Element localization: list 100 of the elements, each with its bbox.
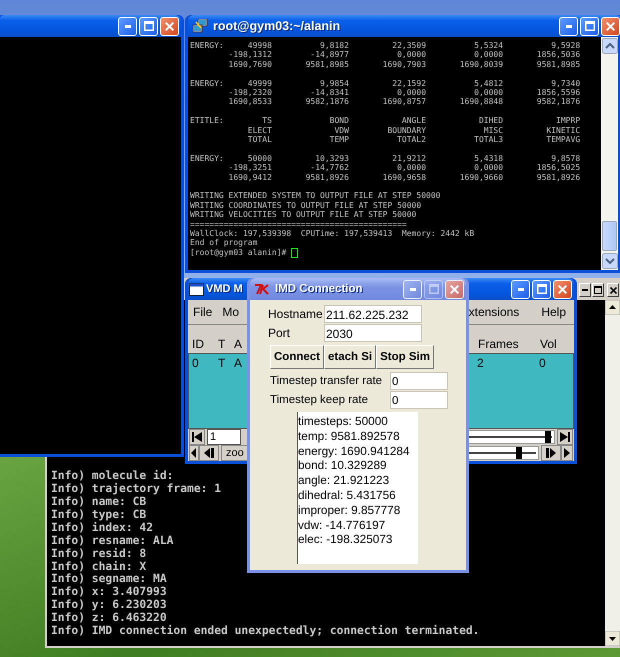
column-header: T xyxy=(218,337,226,351)
terminal-line: WRITING VELOCITIES TO OUTPUT FILE AT STEP 50000 xyxy=(190,210,418,220)
table-cell-text: 0 xyxy=(192,356,200,370)
terminal-line: 1690,7690 9581,8985 1690,7903 1690,8039 9581,8985 xyxy=(228,60,582,70)
maximize-icon xyxy=(428,284,438,294)
skip-forward-icon[interactable] xyxy=(557,429,573,445)
input-field[interactable]: 211.62.225.232 xyxy=(324,305,422,323)
text-cursor xyxy=(291,248,298,258)
console-line: Info) y: 6.230203 xyxy=(51,599,167,612)
up-arrow-icon[interactable] xyxy=(605,300,620,315)
console-line: Info) molecule id: xyxy=(51,470,174,482)
table-cell-text: 2 xyxy=(477,356,485,370)
close-icon xyxy=(450,284,459,294)
terminal-line: -198,3251 -14,7762 0,0000 0,0000 1856,5025 xyxy=(228,163,582,173)
column-header: Frames xyxy=(478,337,520,351)
minimize-icon xyxy=(410,288,416,290)
terminal-line: ELECT VDW BOUNDARY MISC KINETIC xyxy=(246,126,582,136)
terminal-line: -198,1312 -14,8977 0,0000 0,0000 1856,5036 xyxy=(228,50,582,60)
minimize-icon xyxy=(124,24,130,28)
status-line: improper: 9.857778 xyxy=(298,502,402,518)
shell-prompt: [root@gym03 alanin]# xyxy=(190,248,286,258)
terminal-line: -198,2320 -14,8341 0,0000 0,0000 1856,5596 xyxy=(228,88,582,98)
terminal-line: TOTAL TEMP TOTAL2 TOTAL3 TEMPAVG xyxy=(246,135,582,144)
terminal-line: ENERGY: 50000 10,3293 21,9212 5,4318 9,8578 xyxy=(190,154,582,164)
close-icon xyxy=(165,22,174,30)
menu-item[interactable]: xtensions xyxy=(468,305,520,319)
slider-thumb[interactable] xyxy=(545,431,552,443)
console-line: Info) chain: X xyxy=(51,560,146,573)
status-line: timesteps: 50000 xyxy=(298,414,389,429)
close-icon xyxy=(606,22,615,30)
minimize-icon xyxy=(566,24,572,28)
close-icon xyxy=(610,286,616,294)
zoom-button[interactable]: zoo xyxy=(221,445,249,461)
action-button[interactable]: Stop Sim xyxy=(376,345,434,369)
console-line: Info) IMD connection ended unexpectedly; connection terminated. xyxy=(51,625,480,638)
maximize-icon xyxy=(536,284,546,294)
scroll-thumb[interactable] xyxy=(602,221,617,251)
menu-item[interactable]: Mo xyxy=(222,305,240,319)
play-arrow-icon[interactable] xyxy=(561,445,573,461)
status-line: elec: -198.325073 xyxy=(298,532,394,548)
terminal-line: 1690,9412 9581,8926 1690,9658 1690,9660 9581,8926 xyxy=(228,172,582,182)
close-icon xyxy=(558,284,567,294)
input-field[interactable]: 2030 xyxy=(324,324,422,342)
status-line: energy: 1690.941284 xyxy=(298,444,411,458)
console-line: Info) resname: ALA xyxy=(51,534,174,548)
input-field[interactable]: 0 xyxy=(390,372,448,390)
terminal-line: WRITING COORDINATES TO OUTPUT FILE AT STEP 50000 xyxy=(190,200,422,210)
status-line: bond: 10.329289 xyxy=(298,458,388,474)
field-label: Timestep keep rate xyxy=(270,394,370,406)
console-line: Info) x: 3.407993 xyxy=(51,586,167,599)
field-label: Timestep transfer rate xyxy=(270,375,384,387)
window-title: VMD M xyxy=(206,283,243,295)
down-arrow-icon[interactable] xyxy=(605,631,620,646)
frame-field[interactable]: 1 xyxy=(207,429,241,445)
menu-item[interactable]: File xyxy=(193,305,212,319)
step-back-icon[interactable] xyxy=(199,445,219,461)
terminal-line: End of program xyxy=(190,238,258,248)
minimize-icon xyxy=(582,289,588,291)
table-cell-text: 0 xyxy=(539,356,547,370)
skip-back-icon[interactable] xyxy=(189,429,205,445)
console-line: Info) trajectory frame: 1 xyxy=(51,483,222,496)
maximize-icon xyxy=(144,21,154,31)
status-line: vdw: -14.776197 xyxy=(298,518,386,532)
table-cell-text: A xyxy=(234,356,244,370)
menu-item[interactable]: Help xyxy=(541,305,566,319)
terminal-line: ETITLE: TS BOND ANGLE DIHED IMPRP xyxy=(190,116,582,126)
window-icon xyxy=(189,282,204,296)
terminal-line: ============================================= xyxy=(190,220,408,230)
window-title: IMD Connection xyxy=(275,283,363,295)
action-button[interactable]: etach Si xyxy=(324,345,376,369)
status-line: dihedral: 5.431756 xyxy=(298,488,397,503)
terminal-line: ENERGY: 49999 9,9854 22,1592 5,4812 9,7340 xyxy=(190,78,582,88)
console-line: Info) type: CB xyxy=(51,508,146,522)
minimize-icon xyxy=(518,288,524,290)
step-forward-icon[interactable] xyxy=(541,445,561,461)
column-header: ID xyxy=(192,337,205,351)
console-line: Info) resid: 8 xyxy=(51,548,146,560)
field-label: Hostname xyxy=(268,307,324,321)
slider-thumb[interactable] xyxy=(516,447,522,459)
status-line: temp: 9581.892578 xyxy=(298,428,401,444)
table-cell-text: T xyxy=(218,356,226,370)
field-label: Port xyxy=(268,326,292,340)
console-line: Info) index: 42 xyxy=(51,522,154,535)
console-line: Info) name: CB xyxy=(51,496,146,509)
computers-icon xyxy=(192,19,208,33)
scrollbar[interactable] xyxy=(601,37,618,270)
maximize-icon xyxy=(584,21,594,31)
feather-icon xyxy=(254,283,270,295)
terminal-line: ENERGY: 49998 9,8182 22,3509 5,5324 9,5928 xyxy=(190,41,582,50)
status-line: angle: 21.921223 xyxy=(298,473,390,488)
terminal-line: 1690,8533 9582,1876 1690,8757 1690,8848 9582,1876 xyxy=(228,97,582,107)
action-button[interactable]: Connect xyxy=(270,345,324,369)
column-header: Vol xyxy=(540,337,558,351)
column-header: A xyxy=(234,337,244,351)
input-field[interactable]: 0 xyxy=(390,391,448,409)
console-line: Info) segname: MA xyxy=(51,573,167,586)
scrollbar[interactable] xyxy=(605,300,620,646)
terminal-line: WallClock: 197,539398 CPUTime: 197,539413 Memory: 2442 kB xyxy=(190,229,476,238)
window-title: root@gym03:~/alanin xyxy=(213,19,340,33)
back-arrow-icon[interactable] xyxy=(189,445,199,461)
